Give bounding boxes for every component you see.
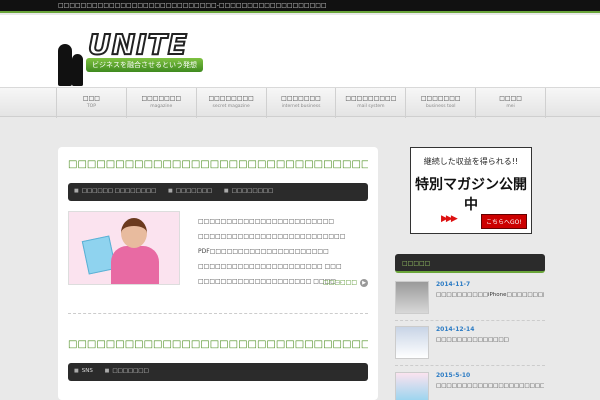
ad-cta-button[interactable]: こちらへGO! xyxy=(481,214,527,229)
nav-sublabel: secret magazine xyxy=(212,104,250,109)
sidebar-post-date: 2014-11-7 xyxy=(436,281,471,288)
sidebar-post-thumbnail[interactable] xyxy=(395,281,429,314)
nav-sublabel: TOP xyxy=(86,104,96,109)
nav-label: □□□□□□□ xyxy=(141,95,182,102)
nav-item-internet-business[interactable]: □□□□□□□ internet business xyxy=(267,88,337,118)
logo-brand-text: UNITE xyxy=(87,27,188,62)
sidebar-post-item[interactable]: 2014-11-7 □□□□□□□□□□iPhone□□□□□□□□□□□□□□… xyxy=(395,281,545,317)
sidebar-post-item[interactable]: 2014-12-14 □□□□□□□□□□□□□□ xyxy=(395,326,545,362)
nav-item-mail-system[interactable]: □□□□□□□□□ mail system xyxy=(336,88,407,118)
nav-item-mail[interactable]: □□□□ mei xyxy=(476,88,547,118)
nav-sublabel: magazine xyxy=(150,104,173,109)
person-body-graphic xyxy=(111,246,159,284)
post-divider xyxy=(68,313,368,314)
main-content: □□□□□□□□□□□□□□□□□□□□□□□□□□□□□□□□□□□□□□□□… xyxy=(58,147,378,400)
arrow-right-icon: ▶ xyxy=(360,279,368,287)
nav-label: □□□□□□□ xyxy=(420,95,461,102)
post-thumbnail[interactable] xyxy=(68,211,180,285)
nav-label: □□□□ xyxy=(499,95,522,102)
read-more-link[interactable]: □□□□□□ ▶ xyxy=(323,279,368,287)
meta-category-link[interactable]: □□□□□□ □□□□□□□□ xyxy=(74,188,156,194)
sidebar-post-date: 2015-5-10 xyxy=(436,372,471,379)
triple-arrow-icon: ▶▶▶ xyxy=(441,214,458,224)
site-description: □□□□□□□□□□□□□□□□□□□□□□□□□□□□-□□□□□□□□□□□… xyxy=(58,2,327,9)
sidebar-divider xyxy=(395,320,545,321)
sidebar-post-item[interactable]: 2015-5-10 □□□□□□□□□□□□□□□□□□□□□□□□□□□□□□… xyxy=(395,372,545,400)
post-card: □□□□□□□□□□□□□□□□□□□□□□□□□□□□□□□□□□□□□□□□… xyxy=(68,159,368,287)
post-card: □□□□□□□□□□□□□□□□□□□□□□□□□□□□□□□□□□ SNS □… xyxy=(68,339,368,381)
nav-item-top[interactable]: □□□ TOP xyxy=(57,88,127,118)
post-title-link[interactable]: □□□□□□□□□□□□□□□□□□□□□□□□□□□□□□□□□□□□□□□□… xyxy=(68,159,368,173)
ad-title: 特別マガジン公開中 xyxy=(415,177,527,213)
nav-sublabel: business tool xyxy=(425,104,456,109)
magazine-ad-banner[interactable]: 継続した収益を得られる!! 特別マガジン公開中 ▶▶▶ こちらへGO! xyxy=(410,147,532,234)
nav-label: □□□ xyxy=(82,95,100,102)
post-meta-bar: SNS □□□□□□□ xyxy=(68,363,368,381)
sidebar-post-title[interactable]: □□□□□□□□□□iPhone□□□□□□□□□□□□□□□□□□□□□□□□… xyxy=(436,291,544,299)
nav-sublabel: mei xyxy=(506,104,515,109)
nav-sublabel: mail system xyxy=(357,104,385,109)
nav-sublabel: internet business xyxy=(281,104,321,109)
person-head-graphic xyxy=(121,218,147,248)
person-silhouette-icon xyxy=(72,54,83,86)
sidebar-post-title[interactable]: □□□□□□□□□□□□□□□□□□□□□□□□□□□□□□□□□□□□□ xyxy=(436,382,544,390)
nav-item-secret-magazine[interactable]: □□□□□□□□ secret magazine xyxy=(197,88,267,118)
sidebar-post-thumbnail[interactable] xyxy=(395,372,429,400)
meta-category-link[interactable]: SNS xyxy=(74,368,93,374)
post-meta-bar: □□□□□□ □□□□□□□□ □□□□□□□ □□□□□□□□ xyxy=(68,183,368,201)
nav-item-magazine[interactable]: □□□□□□□ magazine xyxy=(127,88,197,118)
site-logo[interactable]: UNITE ビジネスを融合させるという発想 xyxy=(56,27,216,86)
global-nav: □□□ TOP □□□□□□□ magazine □□□□□□□□ secret… xyxy=(0,87,600,118)
meta-comments-link[interactable]: □□□□□□□□ xyxy=(224,188,273,194)
nav-label: □□□□□□□□ xyxy=(208,95,254,102)
ad-headline: 継続した収益を得られる!! xyxy=(423,157,519,166)
meta-tag-link[interactable]: □□□□□□□ xyxy=(168,188,212,194)
person-silhouette-icon xyxy=(58,44,72,86)
sidebar-post-date: 2014-12-14 xyxy=(436,326,475,333)
sidebar-divider xyxy=(395,365,545,366)
sidebar-widget-title: □□□□□ xyxy=(395,254,545,273)
top-bar: □□□□□□□□□□□□□□□□□□□□□□□□□□□□-□□□□□□□□□□□… xyxy=(0,0,600,13)
sidebar-post-title[interactable]: □□□□□□□□□□□□□□ xyxy=(436,336,544,344)
nav-label: □□□□□□□□□ xyxy=(345,95,397,102)
meta-comments-link[interactable]: □□□□□□□ xyxy=(105,368,149,374)
post-title-link[interactable]: □□□□□□□□□□□□□□□□□□□□□□□□□□□□□□□□□□ xyxy=(68,339,368,353)
sidebar-post-thumbnail[interactable] xyxy=(395,326,429,359)
read-more-label: □□□□□□ xyxy=(322,279,357,286)
post-excerpt: □□□□□□□□□□□□□□□□□□□□□□□□ □□□□□□□□□□□□□□□… xyxy=(68,211,368,287)
excerpt-text: □□□□□□□□□□□□□□□□□□□□□□□□ □□□□□□□□□□□□□□□… xyxy=(198,218,346,285)
logo-tagline: ビジネスを融合させるという発想 xyxy=(86,58,203,72)
nav-item-business-tool[interactable]: □□□□□□□ business tool xyxy=(406,88,477,118)
nav-label: □□□□□□□ xyxy=(281,95,321,102)
site-header: UNITE ビジネスを融合させるという発想 xyxy=(0,15,600,87)
